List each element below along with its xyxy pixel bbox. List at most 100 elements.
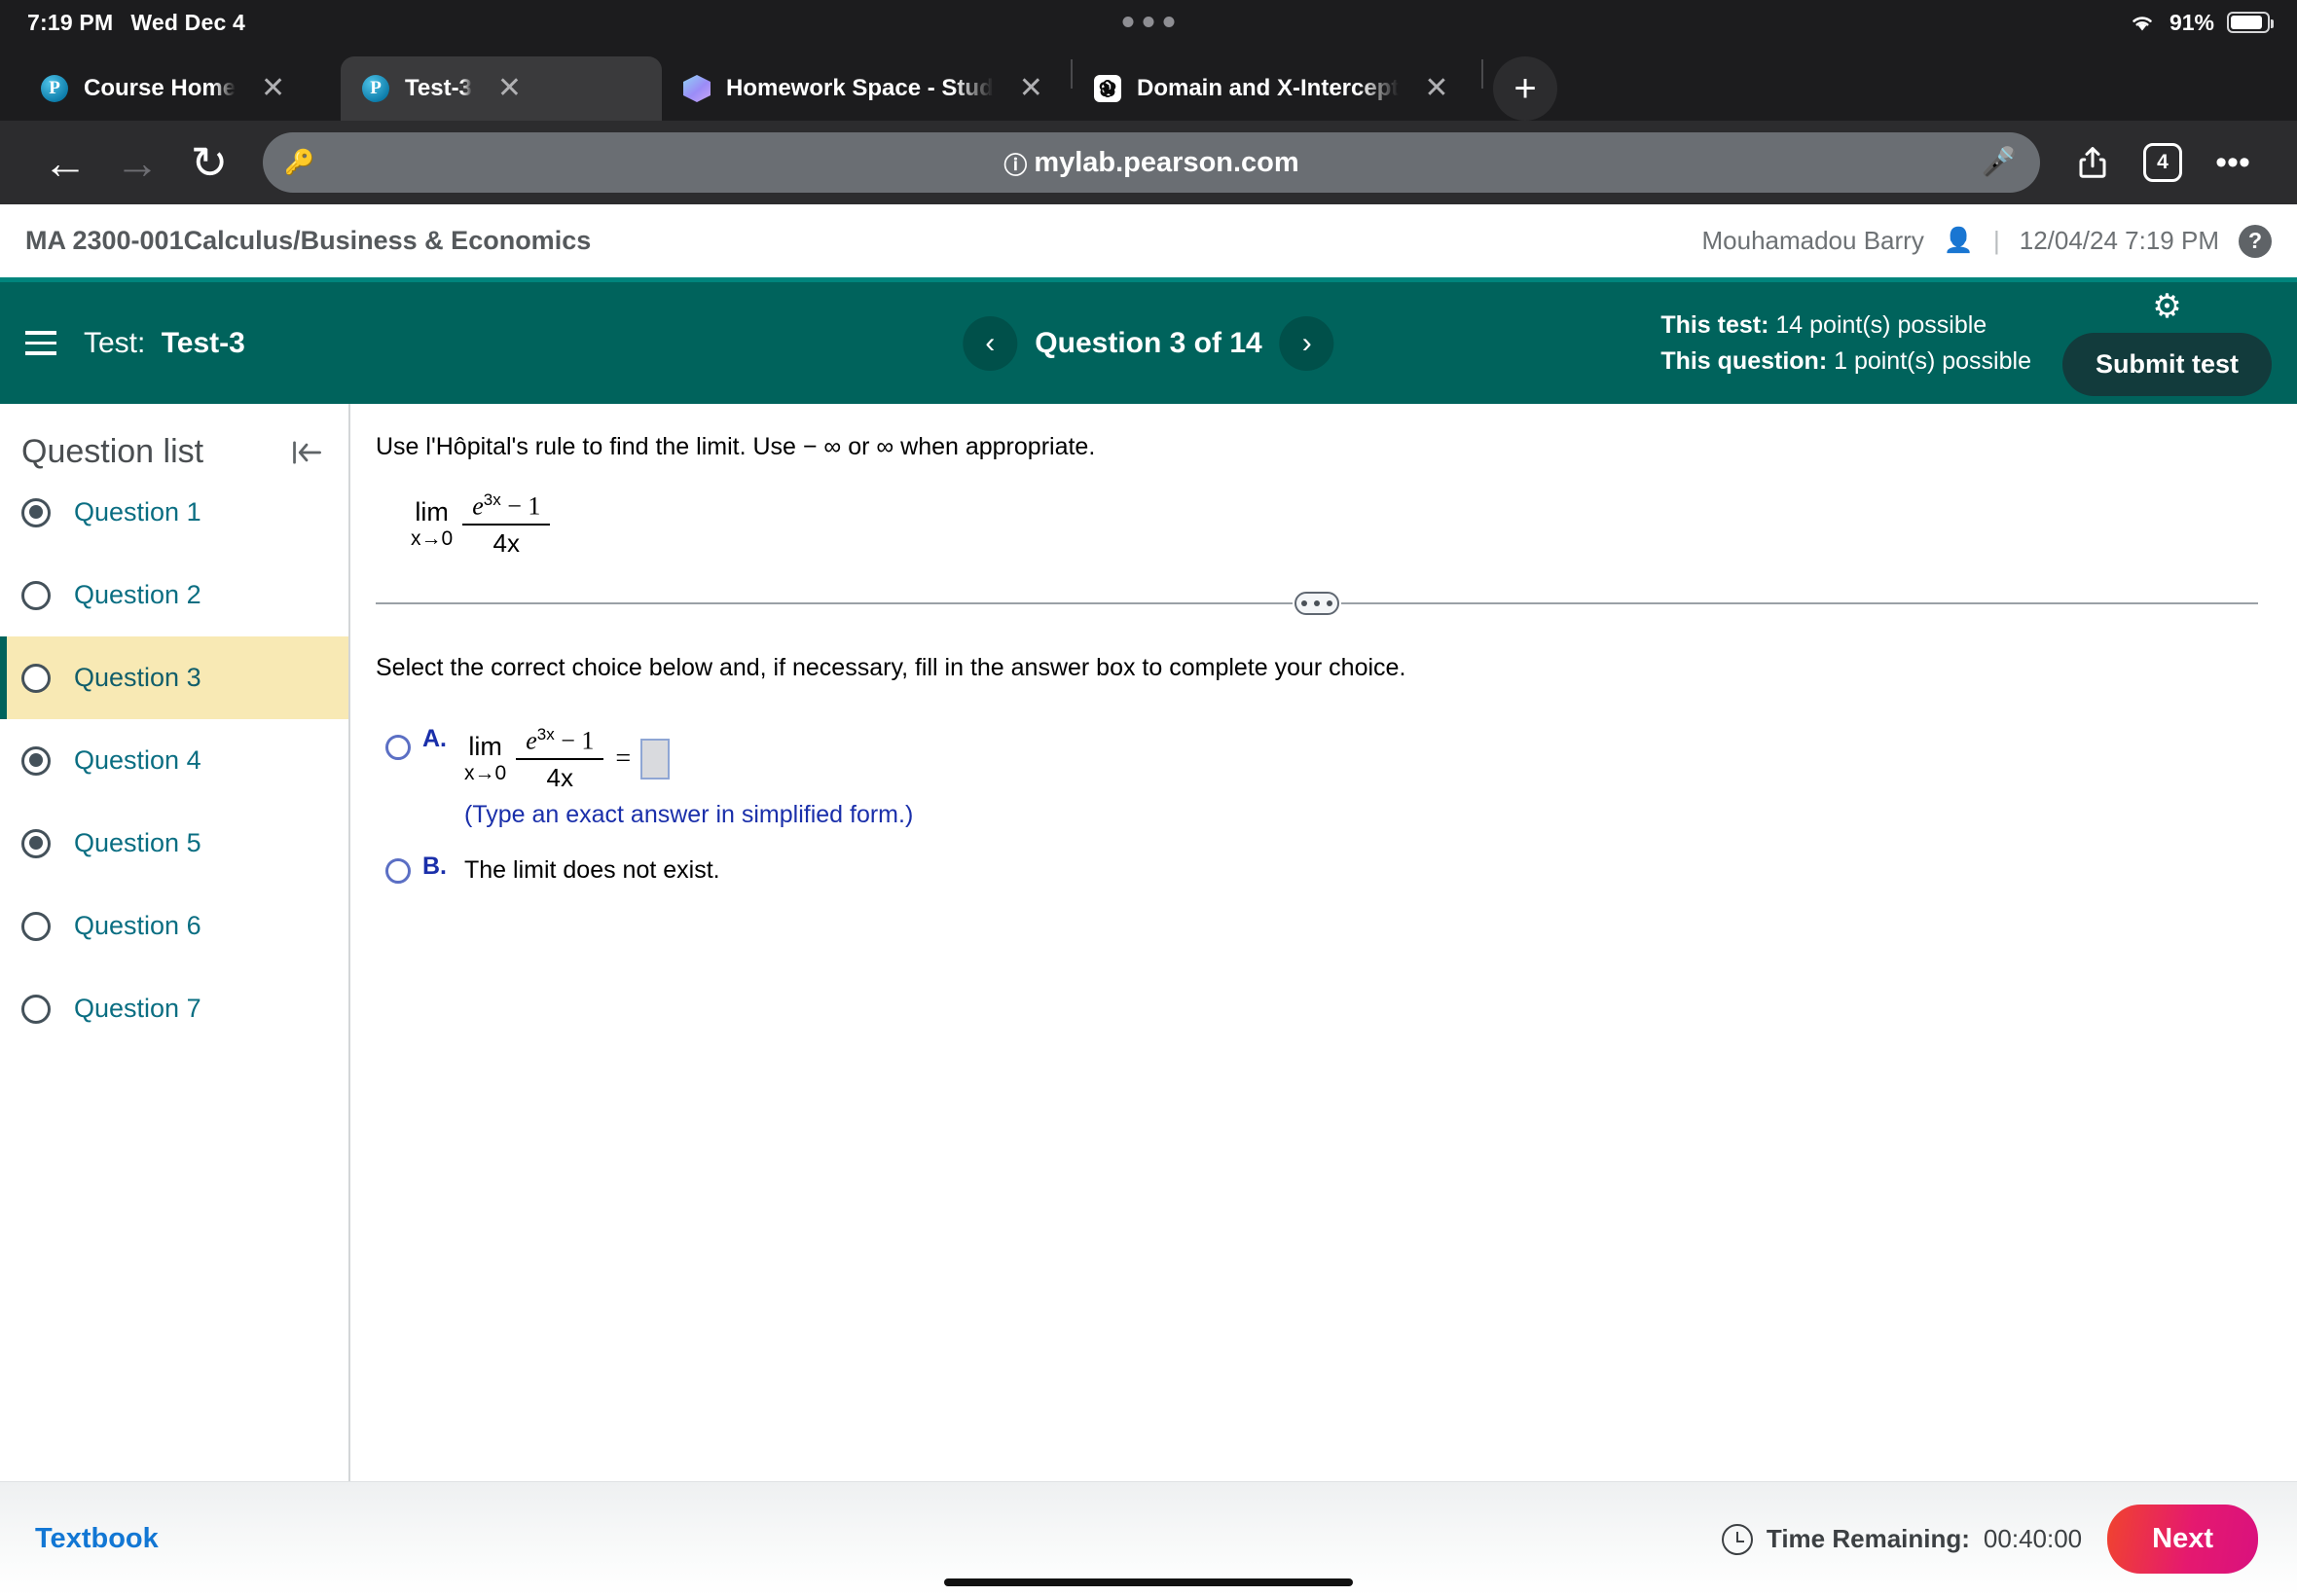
sidebar-item-question-2[interactable]: Question 2: [0, 554, 348, 636]
question-counter: Question 3 of 14: [1035, 326, 1262, 359]
more-menu-button[interactable]: •••: [2198, 132, 2268, 193]
limit-operator: lim x→0: [411, 498, 453, 551]
next-question-button[interactable]: ›: [1279, 315, 1334, 371]
time-remaining: Time Remaining: 00:40:00: [1721, 1523, 2082, 1555]
answer-input-box[interactable]: [640, 739, 671, 780]
answer-choice-b[interactable]: B. The limit does not exist.: [376, 852, 2258, 885]
close-icon[interactable]: ✕: [1414, 74, 1458, 103]
divider-line-left: [376, 602, 1293, 605]
url-text: ⓘ mylab.pearson.com: [1003, 146, 1298, 180]
test-points-label: This test:: [1660, 311, 1769, 340]
drag-handle-icon[interactable]: [1294, 592, 1339, 616]
page-body: Question list Question 1 Question 2 Ques…: [0, 404, 2297, 1481]
info-circle-icon[interactable]: ⓘ: [1003, 146, 1027, 180]
battery-percent: 91%: [2169, 9, 2214, 35]
share-icon[interactable]: [2058, 132, 2128, 193]
hamburger-menu-icon[interactable]: [25, 331, 56, 355]
new-tab-button[interactable]: +: [1493, 56, 1557, 121]
browser-tab-course-home[interactable]: P Course Home ✕: [19, 56, 341, 121]
exp-base: e: [526, 726, 537, 755]
browser-tab-strip: P Course Home ✕ P Test-3 ✕ Homework Spac…: [0, 45, 2297, 121]
submit-column: ⚙ Submit test: [2061, 290, 2272, 396]
fraction-denominator: 4x: [492, 528, 521, 559]
answer-choice-a[interactable]: A. lim x→0 e3x − 1 4x = (Type an exact a…: [376, 725, 2258, 829]
tab-count-value: 4: [2143, 143, 2182, 182]
browser-tab-test-3[interactable]: P Test-3 ✕: [341, 56, 662, 121]
choice-b-text: The limit does not exist.: [464, 856, 720, 885]
fraction: e3x − 1 4x: [516, 725, 604, 793]
ipad-browser-screen: 7:19 PM Wed Dec 4 91% P Course Home ✕ P …: [0, 0, 2297, 1596]
course-header: MA 2300-001Calculus/Business & Economics…: [0, 204, 2297, 282]
close-icon[interactable]: ✕: [1009, 74, 1053, 103]
limit-word: lim: [468, 732, 502, 762]
exp-exponent: 3x: [536, 725, 555, 744]
back-button[interactable]: ←: [29, 132, 101, 193]
tab-title: Test-3: [405, 75, 472, 101]
previous-question-button[interactable]: ‹: [963, 315, 1018, 371]
collapse-panel-icon[interactable]: [290, 438, 323, 467]
sidebar-item-question-1[interactable]: Question 1: [0, 471, 348, 554]
test-name: Test-3: [161, 326, 245, 359]
key-icon[interactable]: 🔑: [284, 149, 314, 177]
limit-expression: lim x→0 e3x − 1 4x: [464, 725, 604, 793]
sidebar-item-question-7[interactable]: Question 7: [0, 967, 348, 1050]
microphone-icon[interactable]: 🎤: [1982, 146, 2017, 179]
choice-b-letter: B.: [422, 852, 447, 881]
clock-icon: [1721, 1523, 1753, 1555]
question-status-radio: [21, 745, 51, 776]
sidebar-item-question-6[interactable]: Question 6: [0, 885, 348, 967]
person-icon[interactable]: 👤: [1944, 227, 1974, 255]
browser-tab-domain-x-intercept[interactable]: Domain and X-Intercept ✕: [1073, 56, 1481, 121]
question-content: Use l'Hôpital's rule to find the limit. …: [350, 404, 2297, 1481]
test-prefix: Test:: [84, 326, 146, 359]
textbook-link[interactable]: Textbook: [35, 1523, 159, 1555]
help-icon[interactable]: ?: [2239, 224, 2272, 258]
sidebar-item-label: Question 6: [74, 911, 201, 940]
pearson-icon: P: [362, 75, 389, 102]
question-status-radio: [21, 663, 51, 693]
points-info: This test: 14 point(s) possible This que…: [1660, 308, 2031, 379]
choice-a-hint: (Type an exact answer in simplified form…: [464, 801, 914, 829]
close-icon[interactable]: ✕: [488, 74, 531, 103]
next-button[interactable]: Next: [2107, 1505, 2258, 1574]
forward-button[interactable]: →: [101, 132, 173, 193]
limit-operator: lim x→0: [464, 733, 506, 785]
sidebar-item-label: Question 2: [74, 580, 201, 609]
sidebar-item-label: Question 3: [74, 663, 201, 692]
sidebar-item-label: Question 5: [74, 828, 201, 857]
limit-expression: lim x→0 e3x − 1 4x: [411, 490, 551, 559]
test-points-row: This test: 14 point(s) possible: [1660, 308, 2031, 343]
choice-b-radio[interactable]: [385, 858, 411, 885]
limit-subscript: x→0: [464, 761, 507, 784]
url-value: mylab.pearson.com: [1034, 146, 1299, 178]
sidebar-item-question-3[interactable]: Question 3: [0, 636, 348, 719]
course-header-right: Mouhamadou Barry 👤 | 12/04/24 7:19 PM ?: [1701, 224, 2272, 258]
question-points-row: This question: 1 point(s) possible: [1660, 344, 2031, 379]
question-status-radio: [21, 580, 51, 610]
divider-line-right: [1341, 602, 2258, 605]
close-icon[interactable]: ✕: [251, 74, 295, 103]
sidebar-item-question-5[interactable]: Question 5: [0, 802, 348, 885]
sidebar-item-question-4[interactable]: Question 4: [0, 719, 348, 802]
gear-icon[interactable]: ⚙: [2152, 290, 2181, 323]
sidebar-header: Question list: [0, 404, 348, 471]
reload-button[interactable]: ↻: [173, 132, 245, 193]
question-expression: lim x→0 e3x − 1 4x: [411, 490, 2258, 559]
browser-tab-homework-space[interactable]: Homework Space - Stud ✕: [662, 56, 1071, 121]
address-bar[interactable]: 🔑 ⓘ mylab.pearson.com 🎤: [263, 132, 2040, 193]
homework-space-icon: [683, 75, 711, 102]
course-datetime: 12/04/24 7:19 PM: [2019, 226, 2219, 255]
timer-label: Time Remaining:: [1766, 1524, 1970, 1553]
submit-test-button[interactable]: Submit test: [2061, 333, 2272, 396]
exp-base: e: [472, 491, 484, 521]
tab-count-button[interactable]: 4: [2128, 132, 2198, 193]
fraction: e3x − 1 4x: [462, 490, 551, 559]
choice-instruction: Select the correct choice below and, if …: [376, 654, 1406, 682]
pearson-icon: P: [41, 75, 68, 102]
equals-sign: =: [615, 744, 632, 775]
choice-a-radio[interactable]: [385, 735, 411, 761]
question-navigator: ‹ Question 3 of 14 ›: [963, 315, 1334, 371]
exp-exponent: 3x: [483, 490, 501, 509]
fraction-denominator: 4x: [546, 763, 574, 793]
test-header: Test: Test-3 ‹ Question 3 of 14 › This t…: [0, 282, 2297, 404]
